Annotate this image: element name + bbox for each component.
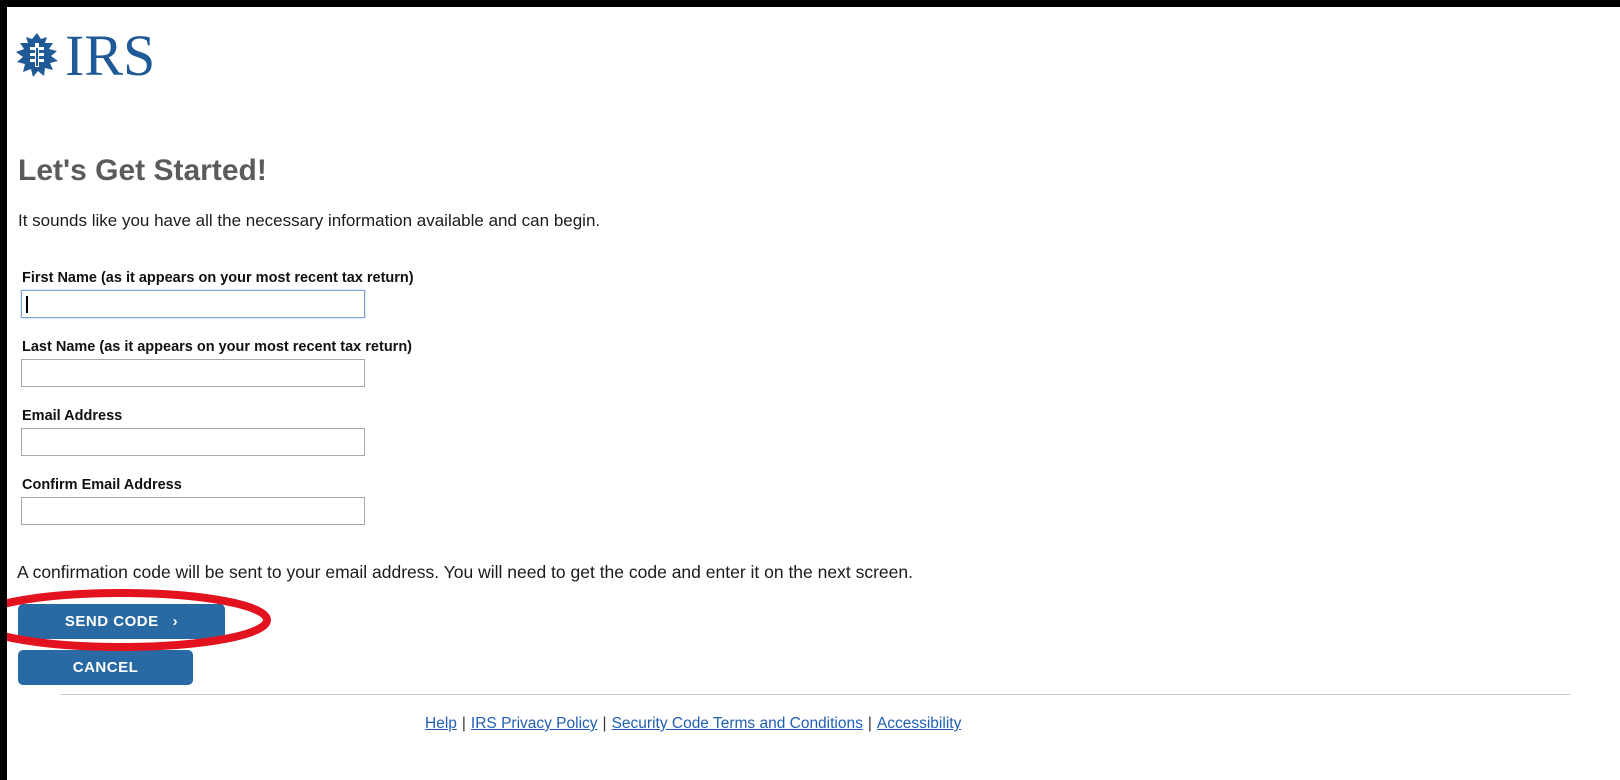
footer-link-security-terms[interactable]: Security Code Terms and Conditions [612, 715, 863, 733]
cancel-label: CANCEL [72, 659, 139, 676]
page-title: Let's Get Started! [18, 154, 267, 187]
footer-link-privacy[interactable]: IRS Privacy Policy [471, 715, 598, 733]
footer-link-accessibility[interactable]: Accessibility [877, 715, 961, 733]
intro-text: It sounds like you have all the necessar… [18, 211, 601, 230]
eagle-logo-icon [16, 33, 58, 77]
email-input[interactable] [21, 428, 365, 456]
irs-logo[interactable]: IRS [11, 25, 155, 85]
last-name-label: Last Name (as it appears on your most re… [22, 339, 412, 355]
confirm-email-label: Confirm Email Address [22, 477, 182, 493]
last-name-input[interactable] [21, 359, 365, 387]
send-code-button[interactable]: SEND CODE › [18, 604, 225, 639]
confirm-email-input[interactable] [21, 497, 365, 525]
cancel-button[interactable]: CANCEL [18, 650, 193, 685]
page-frame: IRS Let's Get Started! It sounds like yo… [7, 7, 1620, 780]
first-name-label: First Name (as it appears on your most r… [22, 270, 414, 286]
chevron-right-icon: › [172, 613, 179, 630]
logo-text: IRS [65, 23, 156, 88]
footer-links: Help | IRS Privacy Policy | Security Cod… [425, 715, 961, 733]
email-label: Email Address [22, 408, 123, 424]
footer-separator: | [867, 715, 872, 732]
text-cursor [26, 296, 28, 313]
footer-divider [60, 694, 1570, 695]
footer-link-help[interactable]: Help [425, 715, 457, 733]
confirmation-notice: A confirmation code will be sent to your… [17, 562, 913, 582]
send-code-label: SEND CODE [64, 613, 159, 630]
first-name-input[interactable] [21, 290, 365, 318]
footer-separator: | [602, 715, 607, 732]
footer-separator: | [461, 715, 466, 732]
